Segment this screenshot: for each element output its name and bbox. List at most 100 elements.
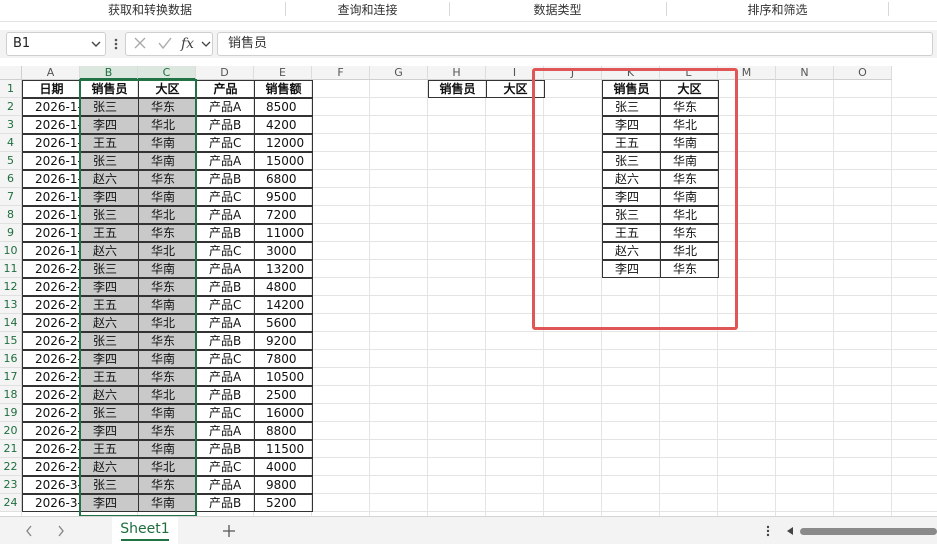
chevron-down-icon[interactable]: [201, 33, 211, 55]
name-box[interactable]: B1: [6, 32, 106, 56]
result-cell[interactable]: 张三: [602, 98, 661, 116]
table-cell[interactable]: 产品B: [196, 440, 255, 458]
row-header-22[interactable]: 22: [0, 458, 22, 476]
ribbon-group-data-types[interactable]: 数据类型: [480, 0, 635, 20]
table-cell[interactable]: 2026-2-28: [22, 458, 81, 476]
table-cell[interactable]: 产品A: [196, 368, 255, 386]
row-header-13[interactable]: 13: [0, 296, 22, 314]
table-cell[interactable]: 7200: [254, 206, 313, 224]
table-cell[interactable]: 2026-2-10: [22, 332, 81, 350]
horizontal-scrollbar[interactable]: [800, 528, 937, 535]
table-cell[interactable]: 5600: [254, 314, 313, 332]
table-cell[interactable]: 产品B: [196, 116, 255, 134]
table-cell[interactable]: 2026-2-20: [22, 404, 81, 422]
table-cell[interactable]: 华南: [138, 350, 197, 368]
table-cell[interactable]: 2026-1-7: [22, 116, 81, 134]
column-header-a[interactable]: A: [22, 66, 80, 80]
table-cell[interactable]: 华东: [138, 332, 197, 350]
table-cell[interactable]: 产品C: [196, 242, 255, 260]
column-header-k[interactable]: K: [602, 66, 660, 80]
table-cell[interactable]: 2026-1-15: [22, 152, 81, 170]
table-cell[interactable]: 王五: [80, 368, 139, 386]
table-cell[interactable]: 华南: [138, 404, 197, 422]
table-cell[interactable]: 华北: [138, 458, 197, 476]
table-cell[interactable]: 2026-1-20: [22, 188, 81, 206]
select-all-corner[interactable]: [0, 66, 22, 80]
table-cell[interactable]: 张三: [80, 260, 139, 278]
row-header-15[interactable]: 15: [0, 332, 22, 350]
result-cell[interactable]: 华南: [660, 152, 719, 170]
table-cell[interactable]: 2500: [254, 386, 313, 404]
result-cell[interactable]: 张三: [602, 206, 661, 224]
table-cell[interactable]: 2026-2-3: [22, 278, 81, 296]
plus-icon[interactable]: [220, 521, 238, 541]
result-cell[interactable]: 华东: [660, 224, 719, 242]
table-header-cell[interactable]: 大区: [138, 80, 197, 98]
row-header-12[interactable]: 12: [0, 278, 22, 296]
table-cell[interactable]: 产品A: [196, 314, 255, 332]
result-cell[interactable]: 华北: [660, 116, 719, 134]
column-header-h[interactable]: H: [428, 66, 486, 80]
table-cell[interactable]: 华东: [138, 476, 197, 494]
column-header-o[interactable]: O: [834, 66, 892, 80]
table-cell[interactable]: 2026-2-1: [22, 260, 81, 278]
table-cell[interactable]: 5200: [254, 494, 313, 512]
table-cell[interactable]: 王五: [80, 134, 139, 152]
table-cell[interactable]: 华南: [138, 296, 197, 314]
row-header-2[interactable]: 2: [0, 98, 22, 116]
table-cell[interactable]: 产品B: [196, 224, 255, 242]
result-header-cell[interactable]: 销售员: [602, 80, 661, 98]
table-cell[interactable]: 王五: [80, 224, 139, 242]
table-cell[interactable]: 4000: [254, 458, 313, 476]
formula-input[interactable]: 销售员: [217, 32, 933, 56]
table-cell[interactable]: 2026-2-18: [22, 386, 81, 404]
table-cell[interactable]: 赵六: [80, 458, 139, 476]
table-cell[interactable]: 3000: [254, 242, 313, 260]
column-header-c[interactable]: C: [138, 66, 196, 80]
table-cell[interactable]: 华南: [138, 134, 197, 152]
table-cell[interactable]: 华南: [138, 152, 197, 170]
table-cell[interactable]: 赵六: [80, 242, 139, 260]
table-cell[interactable]: 产品B: [196, 494, 255, 512]
result-cell[interactable]: 华北: [660, 206, 719, 224]
chevron-left-icon[interactable]: [20, 521, 38, 541]
column-header-b[interactable]: B: [80, 66, 138, 80]
row-header-20[interactable]: 20: [0, 422, 22, 440]
table-cell[interactable]: 15000: [254, 152, 313, 170]
vertical-dots-icon[interactable]: [111, 34, 121, 54]
result-cell[interactable]: 赵六: [602, 242, 661, 260]
table-cell[interactable]: 产品C: [196, 296, 255, 314]
table-cell[interactable]: 产品C: [196, 134, 255, 152]
table-cell[interactable]: 产品C: [196, 458, 255, 476]
table-header-cell[interactable]: 销售额: [254, 80, 313, 98]
table-cell[interactable]: 8500: [254, 98, 313, 116]
ribbon-group-get-transform[interactable]: 获取和转换数据: [70, 0, 230, 20]
row-header-5[interactable]: 5: [0, 152, 22, 170]
column-header-e[interactable]: E: [254, 66, 312, 80]
table-cell[interactable]: 王五: [80, 440, 139, 458]
table-cell[interactable]: 李四: [80, 350, 139, 368]
table-cell[interactable]: 李四: [80, 494, 139, 512]
table-cell[interactable]: 华北: [138, 206, 197, 224]
table-cell[interactable]: 14200: [254, 296, 313, 314]
table-cell[interactable]: 华南: [138, 260, 197, 278]
table-cell[interactable]: 4800: [254, 278, 313, 296]
table-cell[interactable]: 华南: [138, 188, 197, 206]
table-cell[interactable]: 产品C: [196, 188, 255, 206]
result-cell[interactable]: 李四: [602, 260, 661, 278]
table-cell[interactable]: 2026-1-28: [22, 242, 81, 260]
row-header-24[interactable]: 24: [0, 494, 22, 512]
worksheet-grid[interactable]: A B C D E F G H I J K L M N O 1 2 3 4 5 6 7 8 9 10 11 12 13 14 15 16 17…: [0, 66, 937, 516]
result-cell[interactable]: 华北: [660, 242, 719, 260]
table-cell[interactable]: 产品A: [196, 476, 255, 494]
table-cell[interactable]: 产品B: [196, 170, 255, 188]
row-header-17[interactable]: 17: [0, 368, 22, 386]
row-header-18[interactable]: 18: [0, 386, 22, 404]
table-cell[interactable]: 李四: [80, 116, 139, 134]
table-cell[interactable]: 2026-2-5: [22, 296, 81, 314]
ribbon-group-sort-filter[interactable]: 排序和筛选: [700, 0, 855, 20]
table-header-cell[interactable]: 销售员: [80, 80, 139, 98]
vertical-dots-icon[interactable]: [762, 521, 774, 541]
row-header-21[interactable]: 21: [0, 440, 22, 458]
table-cell[interactable]: 12000: [254, 134, 313, 152]
